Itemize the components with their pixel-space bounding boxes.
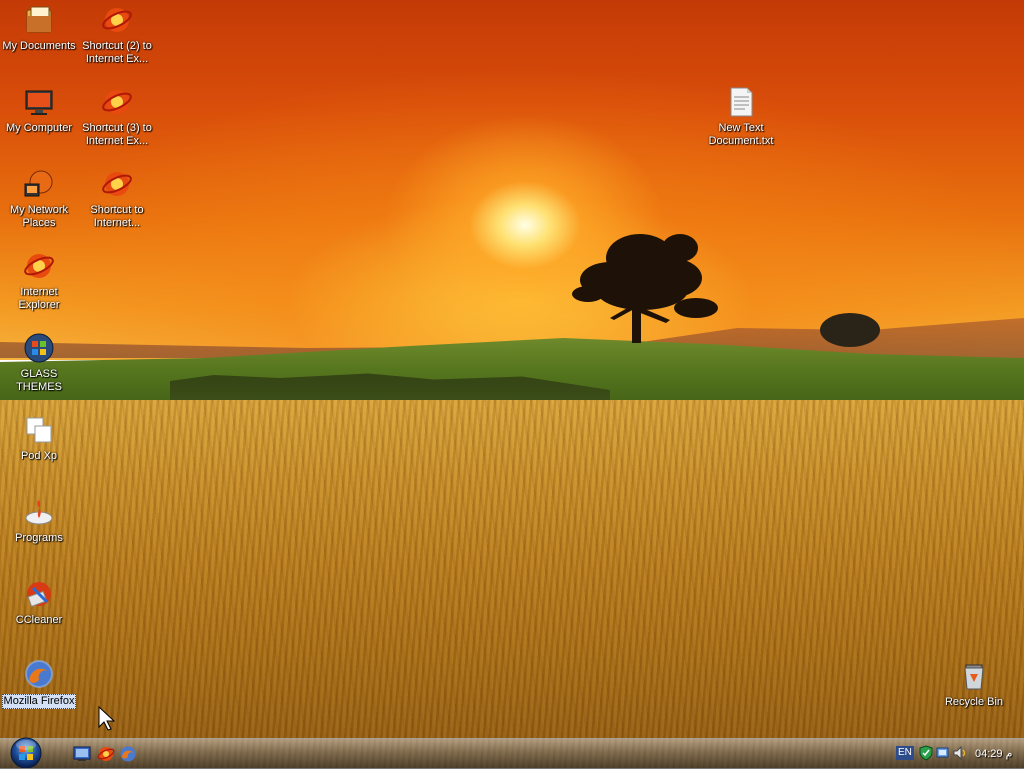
desktop-icon-pod-xp[interactable]: Pod Xp	[0, 414, 78, 464]
recycle-bin-icon	[964, 664, 984, 690]
desktop-icon-label: Recycle Bin	[944, 696, 1004, 708]
desktop-icon-my-computer[interactable]: My Computer	[0, 86, 78, 136]
desktop-icon-programs[interactable]: Programs	[0, 496, 78, 546]
ccleaner-icon	[27, 582, 51, 608]
desktop-icon-label: My Documents	[2, 40, 76, 52]
desktop-icon-label: My Network Places	[9, 204, 69, 229]
pod-xp-icon	[26, 417, 52, 443]
mouse-cursor-icon	[98, 706, 116, 731]
programs-icon	[25, 500, 53, 525]
desktop-icon-label: Mozilla Firefox	[1, 694, 77, 709]
desktop-icon-internet-explorer[interactable]: Internet Explorer	[0, 250, 78, 313]
desktop-icon-label: Internet Explorer	[18, 286, 60, 311]
internet-explorer-icon	[102, 8, 132, 32]
wallpaper-distant-tree	[820, 313, 880, 347]
desktop-icon-shortcut-2-internet-explorer[interactable]: Shortcut (2) to Internet Ex...	[78, 4, 156, 67]
desktop-icon-label: Shortcut (3) to Internet Ex...	[82, 122, 152, 147]
system-clock[interactable]: 04:29 م	[975, 747, 1012, 760]
desktop-icon-label: Pod Xp	[20, 450, 58, 462]
desktop-icon-label: My Computer	[5, 122, 73, 134]
windows-start-orb-icon[interactable]	[5, 736, 47, 768]
security-shield-icon[interactable]	[918, 745, 934, 761]
taskbar	[0, 738, 1024, 769]
volume-icon[interactable]	[952, 745, 968, 761]
internet-explorer-icon	[24, 254, 54, 278]
desktop-icon-shortcut-internet-explorer[interactable]: Shortcut to Internet...	[78, 168, 156, 231]
wallpaper-wheat-field	[0, 400, 1024, 768]
quick-launch-internet-explorer-icon[interactable]	[97, 745, 115, 763]
text-document-icon	[730, 87, 753, 117]
internet-explorer-icon	[102, 90, 132, 114]
desktop-icon-label: GLASS THEMES	[16, 368, 62, 393]
desktop-icon-recycle-bin[interactable]: Recycle Bin	[935, 660, 1013, 710]
language-indicator[interactable]: EN	[896, 746, 914, 760]
network-places-icon	[24, 170, 53, 197]
desktop-icon-glass-themes[interactable]: GLASS THEMES	[0, 332, 78, 395]
desktop-icon-new-text-document[interactable]: New Text Document.txt	[702, 86, 780, 149]
my-documents-icon	[26, 6, 52, 33]
windows-orb-icon	[24, 333, 54, 363]
my-computer-icon	[25, 90, 53, 115]
network-icon[interactable]	[935, 745, 951, 761]
desktop-icon-ccleaner[interactable]: CCleaner	[0, 578, 78, 628]
show-desktop-icon[interactable]	[73, 745, 91, 763]
internet-explorer-icon	[102, 172, 132, 196]
desktop-icon-label: Shortcut (2) to Internet Ex...	[82, 40, 152, 65]
desktop-icon-mozilla-firefox[interactable]: Mozilla Firefox	[0, 658, 78, 709]
desktop-icon-my-network-places[interactable]: My Network Places	[0, 168, 78, 231]
desktop-icon-label: CCleaner	[15, 614, 63, 626]
firefox-icon	[25, 660, 53, 688]
desktop-icon-my-documents[interactable]: My Documents	[0, 4, 78, 54]
desktop-icon-shortcut-3-internet-explorer[interactable]: Shortcut (3) to Internet Ex...	[78, 86, 156, 149]
quick-launch-firefox-icon[interactable]	[119, 745, 137, 763]
desktop-icon-label: New Text Document.txt	[708, 122, 774, 147]
wallpaper-tree	[572, 234, 718, 343]
desktop-icon-label: Programs	[15, 532, 63, 544]
desktop-icon-label: Shortcut to Internet...	[90, 204, 144, 229]
